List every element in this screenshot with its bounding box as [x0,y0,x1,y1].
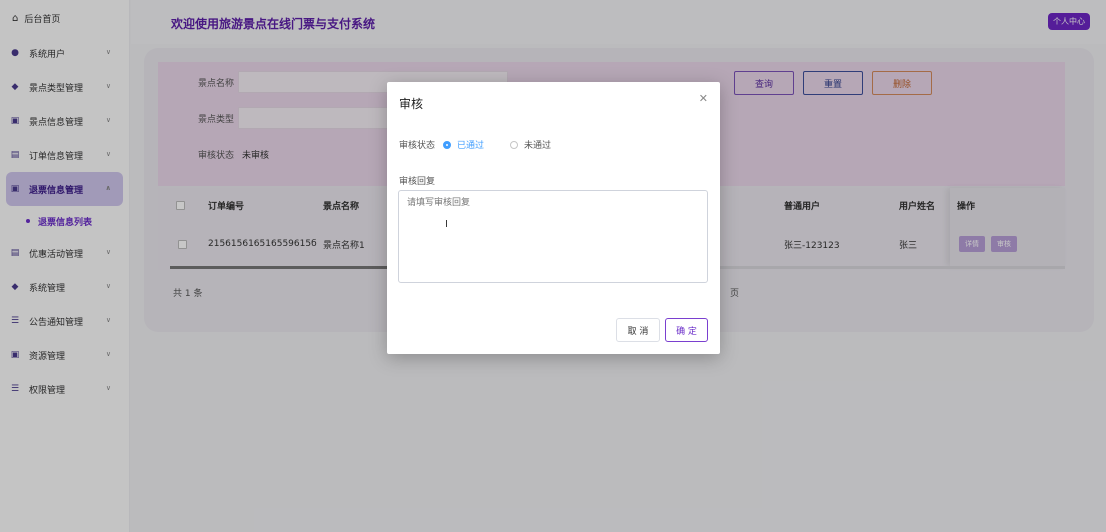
dialog-title: 审核 [399,97,424,111]
radio-circle-icon [510,140,519,149]
audit-status-row: 审核状态 已通过 未通过 [399,138,577,151]
radio-label: 已通过 [457,141,485,151]
radio-label: 未通过 [524,141,552,151]
close-icon[interactable]: ✕ [699,92,708,105]
reply-label: 审核回复 [399,177,436,187]
reply-textarea[interactable] [398,190,708,283]
audit-status-label: 审核状态 [399,141,436,151]
text-cursor-icon: I [445,219,448,230]
confirm-button[interactable]: 确 定 [665,318,708,342]
audit-dialog: 审核 ✕ 审核状态 已通过 未通过 审核回复 I 取 消 确 定 [387,82,720,354]
cancel-button[interactable]: 取 消 [616,318,660,342]
radio-pass[interactable]: 已通过 [443,138,484,151]
radio-circle-icon [443,140,452,149]
radio-fail[interactable]: 未通过 [510,138,551,151]
